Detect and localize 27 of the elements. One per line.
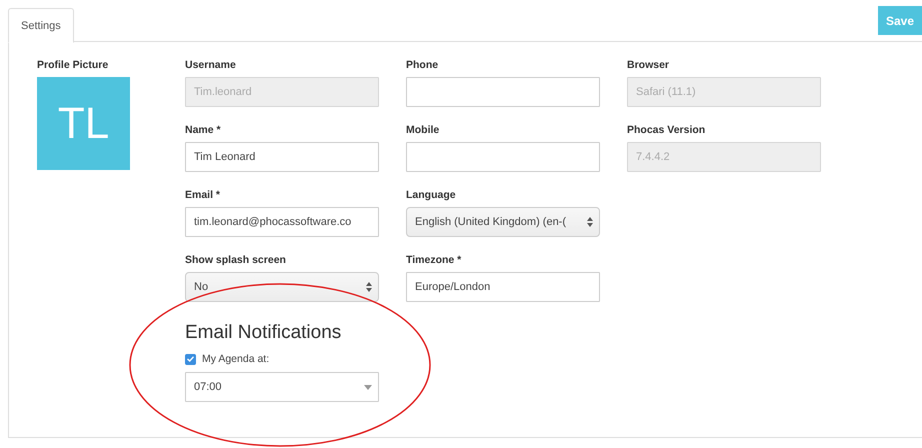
avatar: TL: [37, 77, 130, 170]
section-heading: Email Notifications: [185, 321, 342, 345]
updown-arrows-icon: [587, 217, 593, 227]
field-label: Timezone *: [406, 253, 462, 267]
tab[interactable]: Settings: [8, 8, 74, 43]
updown-arrows-icon: [366, 282, 372, 292]
field-label: Phocas Version: [627, 123, 706, 137]
input-field[interactable]: tim.leonard@phocassoftware.co: [185, 207, 379, 237]
field-label: Language: [406, 188, 457, 202]
field-label: Name *: [185, 123, 222, 137]
select-field[interactable]: 07:00: [185, 372, 379, 402]
field-label: Mobile: [406, 123, 440, 137]
input-field[interactable]: Europe/London: [406, 272, 600, 302]
caret-icon: [364, 384, 372, 390]
checkbox-label: My Agenda at:: [202, 353, 270, 365]
select-field[interactable]: English (United Kingdom) (en-(: [406, 207, 600, 237]
input-field[interactable]: [406, 142, 600, 172]
field-label: Email *: [185, 188, 222, 202]
input-field[interactable]: Tim Leonard: [185, 142, 379, 172]
input-field[interactable]: [406, 77, 600, 107]
field-label: Profile Picture: [37, 58, 110, 72]
field-label: Phone: [406, 58, 440, 72]
checkbox[interactable]: [185, 354, 196, 364]
select-field[interactable]: No: [185, 272, 379, 302]
field-label: Show splash screen: [185, 253, 287, 267]
field-label: Browser: [627, 58, 670, 72]
field-label: Username: [185, 58, 237, 72]
